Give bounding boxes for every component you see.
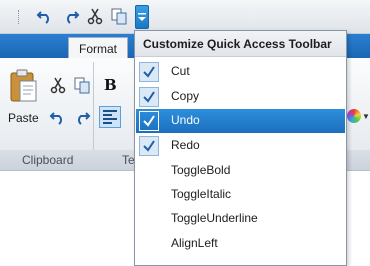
checkbox-cut[interactable] — [139, 62, 159, 82]
menu-item-toggleunderline[interactable]: ToggleUnderline — [136, 207, 345, 231]
toolbar-grip[interactable] — [18, 10, 21, 24]
customize-toolbar-menu: Customize Quick Access Toolbar Cut Copy … — [134, 30, 347, 266]
color-picker-dropdown-icon[interactable]: ▼ — [362, 112, 370, 121]
menu-item-copy[interactable]: Copy — [136, 85, 345, 109]
copy-icon[interactable] — [73, 76, 91, 94]
menu-item-togglebold[interactable]: ToggleBold — [136, 159, 345, 183]
quick-access-toolbar — [0, 0, 370, 34]
redo-icon[interactable] — [62, 7, 80, 25]
tab-format[interactable]: Format — [68, 37, 128, 59]
redo-icon[interactable] — [73, 108, 91, 126]
menu-title: Customize Quick Access Toolbar — [135, 31, 346, 57]
group-label-text: Te — [122, 153, 135, 167]
paste-icon[interactable] — [8, 68, 38, 104]
align-left-button[interactable] — [99, 106, 121, 128]
undo-icon[interactable] — [36, 7, 54, 25]
bold-button[interactable]: B — [104, 76, 117, 94]
group-label-clipboard: Clipboard — [22, 153, 74, 167]
checkbox-undo[interactable] — [139, 111, 159, 131]
cut-icon[interactable] — [49, 76, 67, 94]
undo-icon[interactable] — [49, 108, 67, 126]
menu-item-undo[interactable]: Undo — [136, 109, 345, 133]
menu-item-cut[interactable]: Cut — [136, 60, 345, 84]
cut-icon[interactable] — [86, 7, 104, 25]
paste-button-label[interactable]: Paste — [8, 111, 39, 125]
menu-item-alignleft[interactable]: AlignLeft — [136, 232, 345, 256]
menu-item-toggleitalic[interactable]: ToggleItalic — [136, 183, 345, 207]
copy-icon[interactable] — [110, 7, 128, 25]
menu-item-redo[interactable]: Redo — [136, 134, 345, 158]
checkbox-redo[interactable] — [139, 136, 159, 156]
customize-toolbar-dropdown-button[interactable] — [135, 5, 149, 29]
checkbox-copy[interactable] — [139, 87, 159, 107]
color-picker-icon[interactable] — [347, 109, 361, 123]
